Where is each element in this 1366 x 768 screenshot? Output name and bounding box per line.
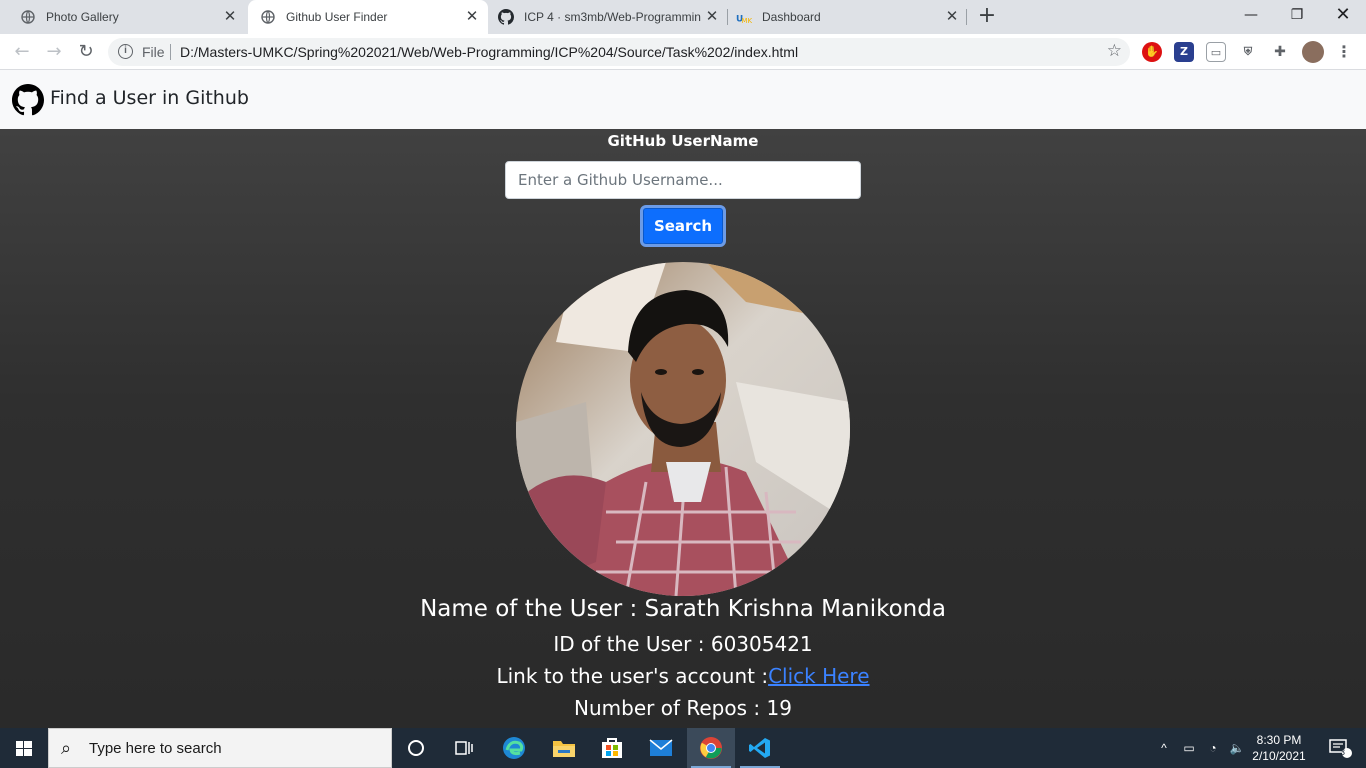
tab-title: Dashboard <box>762 10 821 24</box>
tab-title: ICP 4 · sm3mb/Web-Programmin <box>524 10 701 24</box>
taskbar: ⌕ Type here to search ^ ▭ ◔ 🔈 8:30 PM 2/… <box>0 728 1366 768</box>
tab-github-user-finder[interactable]: Github User Finder ✕ <box>248 0 488 34</box>
scheme-label: File <box>142 44 165 60</box>
github-icon <box>12 84 45 116</box>
profile-avatar[interactable] <box>1302 41 1324 63</box>
shield-extension-icon[interactable]: ⛨ <box>1238 42 1258 62</box>
windows-start-icon[interactable] <box>0 728 48 768</box>
cortana-icon[interactable] <box>392 728 440 768</box>
notifications-icon[interactable]: 3 <box>1320 728 1360 768</box>
wifi-icon[interactable]: ◔ <box>1202 728 1224 768</box>
close-window-button[interactable]: ✕ <box>1320 0 1366 30</box>
search-button[interactable]: Search <box>640 205 726 247</box>
user-avatar <box>516 262 850 596</box>
close-icon[interactable]: ✕ <box>944 9 960 25</box>
edge-icon[interactable] <box>490 728 538 768</box>
info-icon[interactable]: i <box>118 44 133 59</box>
extensions-puzzle-icon[interactable]: ✚ <box>1270 42 1290 62</box>
mail-icon[interactable] <box>637 728 685 768</box>
reload-icon[interactable]: ↻ <box>74 40 98 64</box>
link-prefix: Link to the user's account : <box>496 664 769 688</box>
cast-extension-icon[interactable]: ▭ <box>1206 42 1226 62</box>
bookmark-star-icon[interactable]: ☆ <box>1107 41 1122 61</box>
navbar: Find a User in Github <box>0 70 1366 129</box>
adblock-extension-icon[interactable]: ✋ <box>1142 42 1162 62</box>
globe-icon <box>260 9 276 25</box>
chrome-icon[interactable] <box>687 728 735 768</box>
page-body: Find a User in Github GitHub UserName Se… <box>0 70 1366 728</box>
user-id: ID of the User : 60305421 <box>553 632 813 656</box>
clock-date: 2/10/2021 <box>1252 749 1306 763</box>
taskbar-search-box[interactable]: ⌕ Type here to search <box>48 728 392 768</box>
tab-dashboard[interactable]: UMKC Dashboard ✕ <box>728 0 968 34</box>
tab-icp4[interactable]: ICP 4 · sm3mb/Web-Programmin ✕ <box>488 0 728 34</box>
close-icon[interactable]: ✕ <box>704 9 720 25</box>
address-bar[interactable]: i File D:/Masters-UMKC/Spring%202021/Web… <box>108 38 1130 66</box>
task-view-icon[interactable] <box>440 728 488 768</box>
forward-arrow-icon[interactable]: → <box>42 40 66 64</box>
battery-icon[interactable]: ▭ <box>1178 728 1200 768</box>
tab-title: Github User Finder <box>286 10 388 24</box>
browser-toolbar: ← → ↻ i File D:/Masters-UMKC/Spring%2020… <box>0 34 1366 70</box>
url-text[interactable]: D:/Masters-UMKC/Spring%202021/Web/Web-Pr… <box>180 44 798 60</box>
new-tab-button[interactable]: + <box>976 5 998 28</box>
zotero-extension-icon[interactable]: Z <box>1174 42 1194 62</box>
user-account-link-line: Link to the user's account :Click Here <box>0 664 1366 688</box>
file-explorer-icon[interactable] <box>540 728 588 768</box>
user-repos: Number of Repos : 19 <box>574 696 792 720</box>
clock-time: 8:30 PM <box>1256 733 1302 747</box>
microsoft-store-icon[interactable] <box>588 728 636 768</box>
restore-button[interactable]: ❐ <box>1274 0 1320 30</box>
globe-icon <box>20 9 36 25</box>
username-input[interactable] <box>505 161 861 199</box>
svg-text:MKC: MKC <box>741 16 752 25</box>
menu-kebab-icon[interactable]: ⋮ <box>1334 42 1354 62</box>
umkc-icon: UMKC <box>736 9 752 25</box>
close-icon[interactable]: ✕ <box>464 9 480 25</box>
system-clock[interactable]: 8:30 PM 2/10/2021 <box>1246 732 1312 764</box>
volume-icon[interactable]: 🔈 <box>1226 728 1248 768</box>
vscode-icon[interactable] <box>736 728 784 768</box>
taskbar-search-placeholder: Type here to search <box>89 740 222 757</box>
user-name: Name of the User : Sarath Krishna Maniko… <box>420 596 946 622</box>
back-arrow-icon[interactable]: ← <box>10 40 34 64</box>
chevron-up-icon[interactable]: ^ <box>1154 728 1174 768</box>
minimize-button[interactable]: — <box>1228 0 1274 30</box>
tab-strip: Photo Gallery ✕ Github User Finder ✕ ICP… <box>0 0 1366 34</box>
divider <box>170 44 171 60</box>
search-icon: ⌕ <box>61 738 72 758</box>
github-icon <box>498 9 514 25</box>
brand-title[interactable]: Find a User in Github <box>50 87 249 109</box>
notification-count: 3 <box>1340 747 1346 757</box>
close-icon[interactable]: ✕ <box>222 9 238 25</box>
tab-separator <box>966 9 967 25</box>
tab-photo-gallery[interactable]: Photo Gallery ✕ <box>0 0 246 34</box>
username-label: GitHub UserName <box>607 132 759 150</box>
tab-title: Photo Gallery <box>46 10 119 24</box>
user-profile-link[interactable]: Click Here <box>768 664 869 688</box>
